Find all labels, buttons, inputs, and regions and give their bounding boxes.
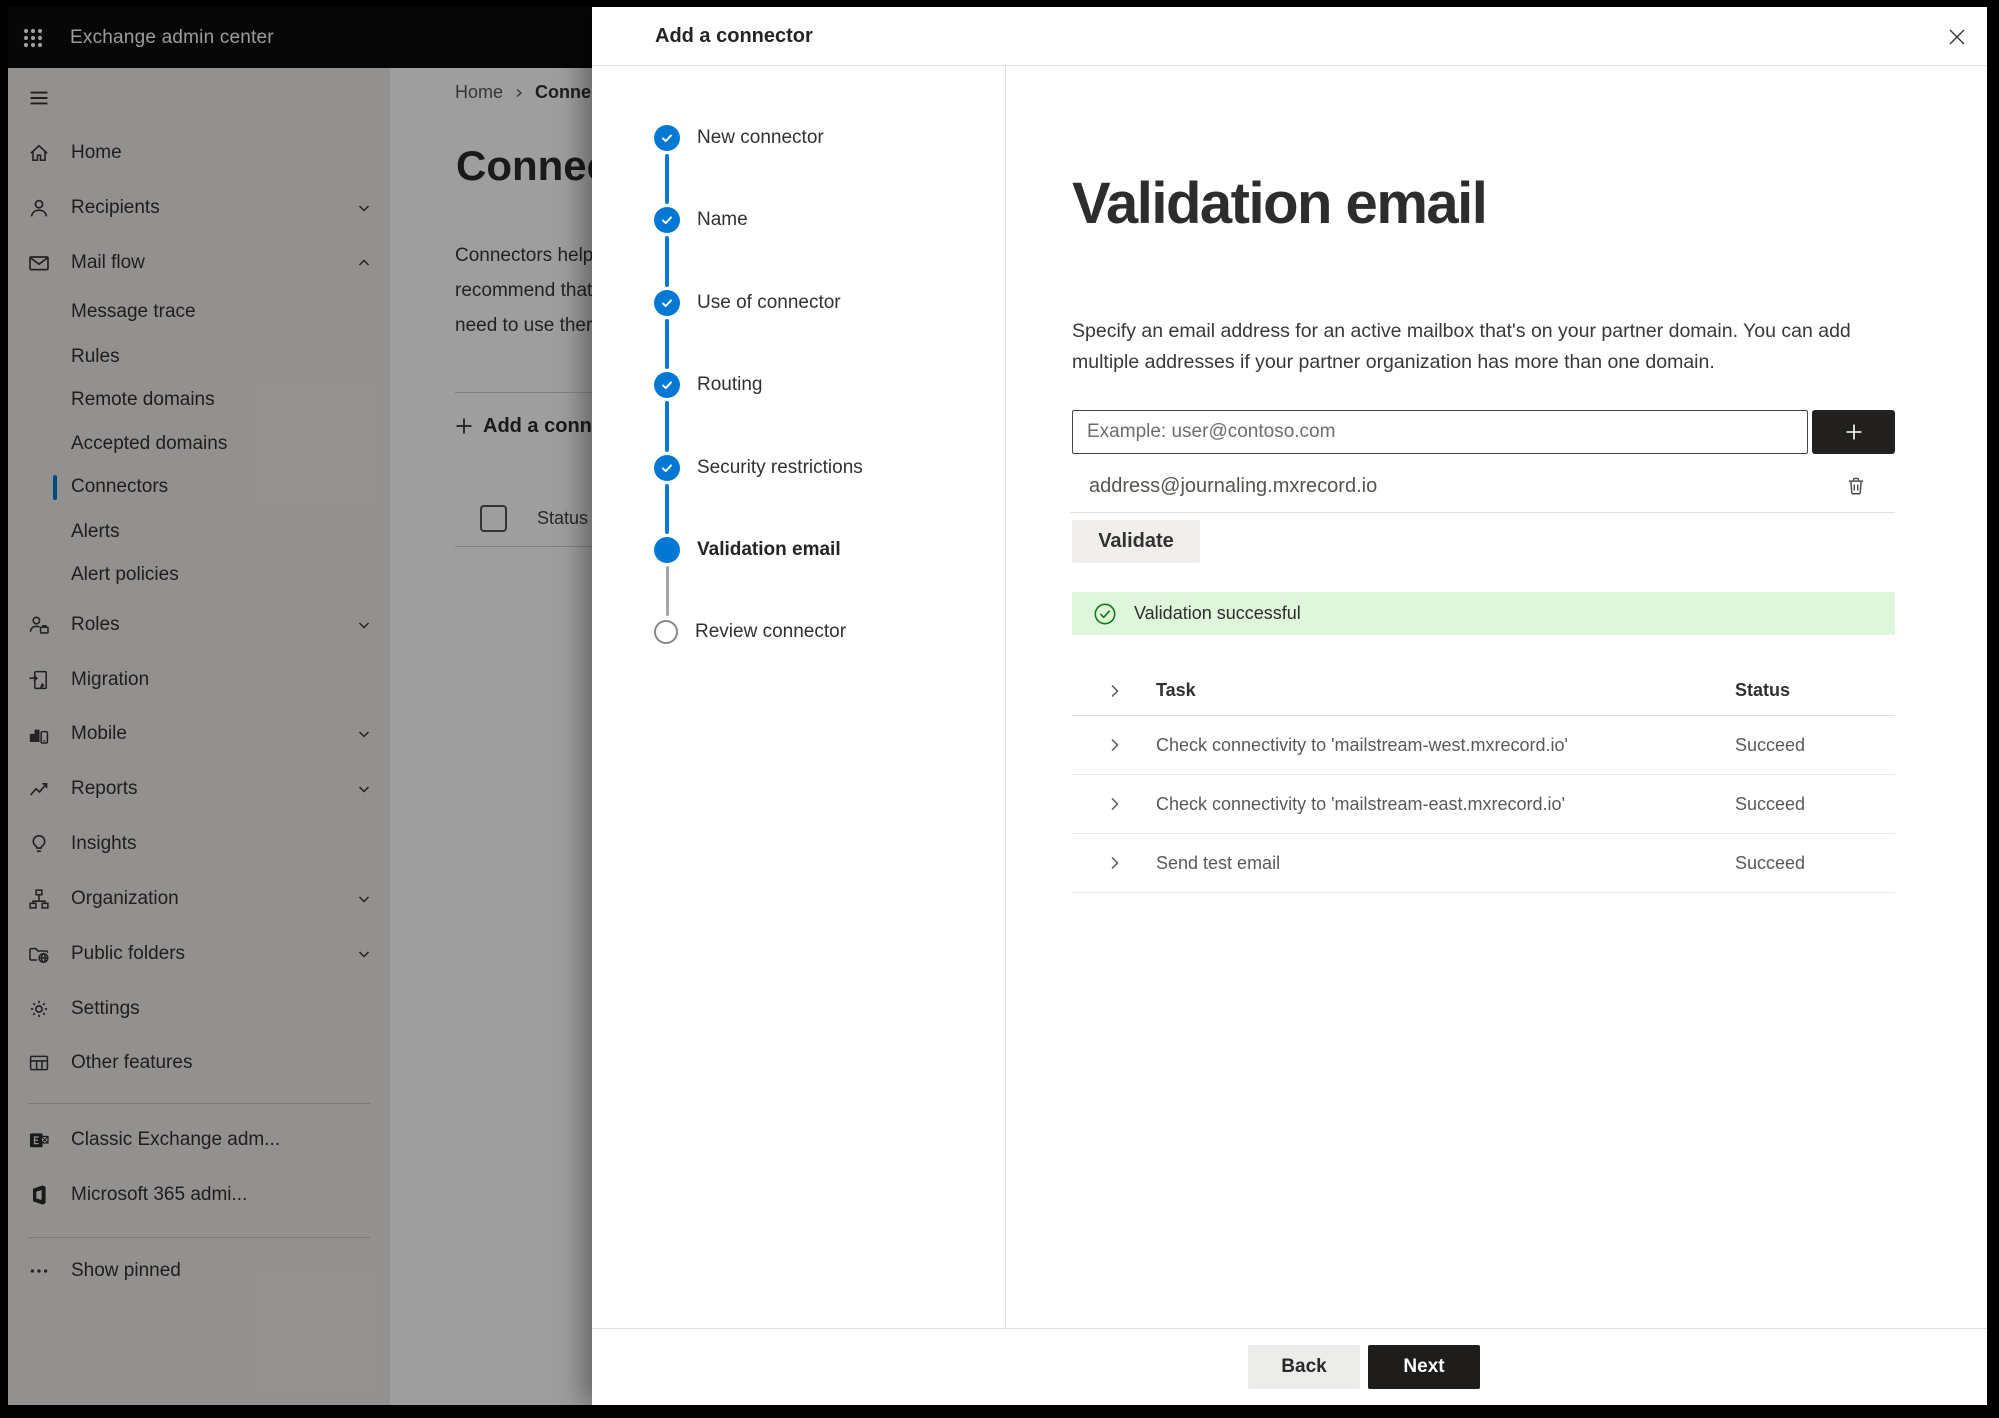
step-name[interactable]: Name: [654, 198, 748, 242]
step-heading: Validation email: [1072, 171, 1488, 236]
step-check-icon: [654, 290, 680, 316]
chevron-right-icon[interactable]: [1104, 734, 1126, 756]
plus-icon: [1846, 424, 1861, 440]
step-validation-email[interactable]: Validation email: [654, 528, 841, 572]
success-check-icon: [1094, 603, 1116, 624]
table-header-row: Task Status: [1072, 666, 1895, 716]
validation-email-content: Validation email Specify an email addres…: [1070, 66, 1895, 1328]
step-check-icon: [654, 207, 680, 233]
next-button[interactable]: Next: [1368, 1345, 1480, 1389]
chevron-right-icon[interactable]: [1104, 680, 1126, 702]
screenshot-frame: Exchange admin center Home Recipients Ma…: [0, 0, 1999, 1418]
validation-success-banner: Validation successful: [1072, 592, 1895, 635]
step-connector-line: [665, 484, 669, 534]
step-security-restrictions[interactable]: Security restrictions: [654, 446, 863, 490]
task-name: Send test email: [1156, 852, 1281, 873]
step-check-icon: [654, 372, 680, 398]
validation-tasks-table: Task Status Check connectivity to 'mails…: [1072, 666, 1895, 893]
table-row: Check connectivity to 'mailstream-east.m…: [1072, 775, 1895, 834]
chevron-right-icon[interactable]: [1104, 852, 1126, 874]
email-entry-row: [1072, 410, 1895, 454]
status-column-header: Status: [1735, 680, 1791, 700]
chevron-right-icon[interactable]: [1104, 793, 1126, 815]
wizard-steps: New connector Name Use of connector Rout…: [592, 66, 1006, 1328]
step-check-icon: [654, 125, 680, 151]
banner-message: Validation successful: [1134, 603, 1301, 623]
dialog-footer: Back Next: [592, 1328, 1987, 1405]
step-description: Specify an email address for an active m…: [1072, 320, 1851, 373]
added-address-row: address@journaling.mxrecord.io: [1072, 468, 1895, 504]
back-button[interactable]: Back: [1248, 1345, 1360, 1389]
table-row: Check connectivity to 'mailstream-west.m…: [1072, 716, 1895, 775]
step-connector-line: [665, 154, 669, 204]
dialog-body: New connector Name Use of connector Rout…: [592, 66, 1987, 1328]
step-todo-icon: [654, 620, 678, 644]
step-connector-line: [665, 236, 669, 287]
delete-address-button[interactable]: [1842, 472, 1870, 500]
added-address-text: address@journaling.mxrecord.io: [1089, 474, 1378, 497]
email-address-input[interactable]: [1072, 410, 1808, 454]
dialog-title: Add a connector: [655, 25, 813, 47]
add-connector-dialog: Add a connector New connector Name Use o…: [592, 7, 1987, 1405]
task-name: Check connectivity to 'mailstream-east.m…: [1156, 793, 1566, 814]
step-new-connector[interactable]: New connector: [654, 116, 824, 160]
task-column-header: Task: [1156, 680, 1196, 700]
trash-icon: [1848, 477, 1864, 495]
step-review-connector[interactable]: Review connector: [654, 610, 846, 654]
table-row: Send test email Succeed: [1072, 834, 1895, 893]
step-connector-line: [665, 319, 669, 369]
step-use-of-connector[interactable]: Use of connector: [654, 281, 841, 325]
task-status: Succeed: [1735, 793, 1806, 814]
step-routing[interactable]: Routing: [654, 363, 763, 407]
step-connector-line: [665, 401, 669, 452]
close-button[interactable]: [1944, 24, 1970, 50]
dialog-header: Add a connector: [592, 7, 1987, 66]
task-status: Succeed: [1735, 734, 1806, 755]
exchange-admin-window: Exchange admin center Home Recipients Ma…: [8, 7, 1987, 1405]
close-icon: [1949, 29, 1965, 45]
section-divider: [1070, 512, 1895, 513]
task-name: Check connectivity to 'mailstream-west.m…: [1156, 734, 1568, 755]
step-connector-line: [666, 566, 669, 616]
validate-button[interactable]: Validate: [1072, 520, 1200, 563]
step-current-icon: [654, 537, 680, 563]
step-check-icon: [654, 455, 680, 481]
task-status: Succeed: [1735, 852, 1806, 873]
add-email-button[interactable]: [1812, 410, 1895, 454]
